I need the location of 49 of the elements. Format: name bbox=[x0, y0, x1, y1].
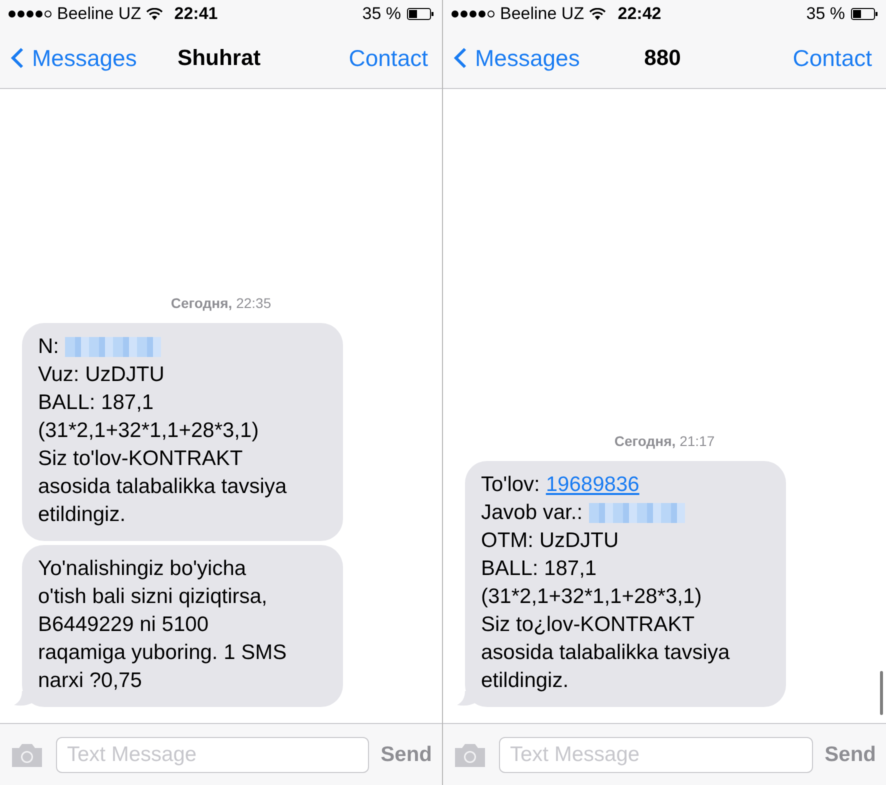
message-text: etildingiz. bbox=[38, 502, 126, 528]
number-link[interactable]: 19689836 bbox=[546, 471, 640, 499]
battery-percent: 35 % bbox=[806, 4, 845, 24]
status-time: 22:42 bbox=[618, 4, 662, 24]
message-text: raqamiga yuboring. 1 SMS bbox=[38, 640, 287, 666]
message-text: narxi ?0,75 bbox=[38, 668, 142, 694]
message-text: To'lov: bbox=[481, 472, 540, 498]
message-text: B6449229 ni 5100 bbox=[38, 612, 208, 638]
chevron-left-icon bbox=[10, 47, 24, 69]
message-timestamp: Сегодня, 21:17 bbox=[614, 433, 715, 449]
message-text: (31*2,1+32*1,1+28*3,1) bbox=[481, 584, 702, 610]
message-text: Siz to'lov-KONTRAKT bbox=[38, 446, 243, 472]
message-timestamp: Сегодня, 22:35 bbox=[170, 295, 272, 311]
battery-icon bbox=[407, 8, 434, 20]
contact-button[interactable]: Contact bbox=[792, 44, 872, 72]
message-text: BALL: 187,1 bbox=[38, 390, 154, 416]
camera-icon[interactable] bbox=[10, 742, 44, 768]
conversation-title: 880 bbox=[644, 45, 681, 71]
chevron-left-icon bbox=[453, 47, 467, 69]
send-button[interactable]: Send bbox=[824, 742, 876, 766]
message-text: asosida talabalikka tavsiya bbox=[481, 640, 730, 666]
signal-icon bbox=[451, 10, 495, 18]
message-text: o'tish bali sizni qiziqtirsa, bbox=[38, 584, 268, 610]
message-text: N: bbox=[38, 334, 59, 360]
message-text: Javob var.: bbox=[481, 500, 583, 526]
back-button[interactable]: Messages bbox=[10, 44, 178, 72]
send-button[interactable]: Send bbox=[380, 742, 432, 766]
message-text: Siz to¿lov-KONTRAKT bbox=[481, 612, 695, 638]
signal-icon bbox=[8, 10, 52, 18]
message-input[interactable]: Text Message bbox=[499, 736, 813, 772]
battery-icon bbox=[851, 8, 878, 20]
wifi-icon bbox=[589, 8, 606, 20]
message-input[interactable]: Text Message bbox=[56, 736, 369, 772]
message-text: OTM: UzDJTU bbox=[481, 528, 619, 554]
back-button[interactable]: Messages bbox=[453, 44, 644, 72]
battery-percent: 35 % bbox=[362, 4, 401, 24]
wifi-icon bbox=[146, 8, 164, 20]
camera-icon[interactable] bbox=[453, 742, 487, 768]
message-text: Yo'nalishingiz bo'yicha bbox=[38, 556, 246, 582]
status-time: 22:41 bbox=[174, 4, 219, 24]
contact-button[interactable]: Contact bbox=[348, 44, 428, 72]
message-text: etildingiz. bbox=[481, 668, 569, 694]
message-text: Vuz: UzDJTU bbox=[38, 362, 164, 388]
conversation-title: Shuhrat bbox=[177, 45, 261, 71]
carrier-name: Beeline UZ bbox=[500, 4, 584, 24]
message-text: BALL: 187,1 bbox=[481, 556, 597, 582]
message-text: (31*2,1+32*1,1+28*3,1) bbox=[38, 418, 259, 444]
carrier-name: Beeline UZ bbox=[57, 4, 142, 24]
message-text: asosida talabalikka tavsiya bbox=[38, 474, 287, 500]
